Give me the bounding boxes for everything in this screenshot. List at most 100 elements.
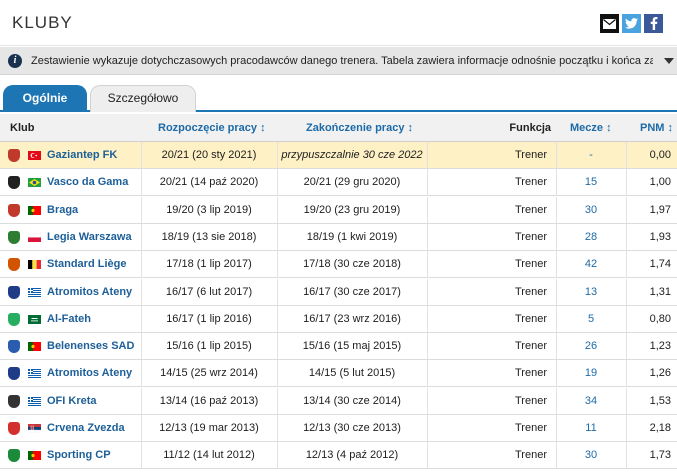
table-row: Standard Liège 17/18 (1 lip 2017) 17/18 (3… <box>0 251 677 279</box>
saudi-flag-icon <box>28 314 41 324</box>
start-date: 13/14 (16 paź 2013) <box>159 394 259 407</box>
end-date: 16/17 (23 wrz 2016) <box>303 312 401 325</box>
club-name-link[interactable]: Braga <box>47 197 78 224</box>
table-row: Vasco da Gama 20/21 (14 paź 2020) 20/21 (2… <box>0 169 677 197</box>
games-count-link[interactable]: 26 <box>556 333 626 360</box>
header-games-sortable[interactable]: Mecze ↕ <box>570 114 612 142</box>
games-count-link[interactable]: 28 <box>556 224 626 251</box>
info-text: Zestawienie wykazuje dotychczasowych pra… <box>31 55 653 67</box>
end-date: 13/14 (30 cze 2014) <box>303 394 401 407</box>
end-date: 18/19 (1 kwi 2019) <box>306 230 398 243</box>
points-per-match: 1,53 <box>649 394 671 407</box>
club-name-link[interactable]: Atromitos Ateny <box>47 279 132 306</box>
club-name-link[interactable]: Sporting CP <box>47 442 111 469</box>
end-date: przypuszczalnie 30 cze 2022 <box>281 149 423 161</box>
games-count-link[interactable]: 42 <box>556 251 626 278</box>
header-club: Klub <box>10 122 35 134</box>
info-bar: i Zestawienie wykazuje dotychczasowych p… <box>0 47 677 75</box>
header-games-label: Mecze <box>570 122 604 134</box>
function: Trener <box>515 394 547 407</box>
games-count-link[interactable]: 30 <box>556 442 626 469</box>
tab-ogolnie[interactable]: Ogólnie <box>3 85 87 112</box>
function: Trener <box>515 367 547 380</box>
games-count-link[interactable]: 5 <box>556 306 626 333</box>
club-crest-icon[interactable] <box>8 367 20 381</box>
start-date: 20/21 (20 sty 2021) <box>161 149 257 161</box>
points-per-match: 1,93 <box>649 230 671 243</box>
points-per-match: 1,23 <box>649 340 671 353</box>
start-date: 15/16 (1 lip 2015) <box>166 340 252 353</box>
points-per-match: 0,00 <box>649 149 671 161</box>
share-twitter-button[interactable] <box>622 14 641 33</box>
club-crest-icon[interactable] <box>8 340 20 354</box>
start-date: 16/17 (1 lip 2016) <box>166 312 252 325</box>
table-row: Atromitos Ateny 16/17 (6 lut 2017) 16/17 (… <box>0 278 677 306</box>
club-name-link[interactable]: Crvena Zvezda <box>47 415 125 442</box>
expand-info-chevron-down-icon[interactable] <box>664 58 674 64</box>
function: Trener <box>515 203 547 216</box>
club-crest-icon[interactable] <box>8 394 20 408</box>
start-date: 11/12 (14 lut 2012) <box>163 449 255 462</box>
table-row: Legia Warszawa 18/19 (13 sie 2018) 18/19 (… <box>0 223 677 251</box>
club-name-link[interactable]: Belenenses SAD <box>47 333 134 360</box>
points-per-match: 1,26 <box>649 367 671 380</box>
greece-flag-icon <box>28 369 41 379</box>
club-crest-icon[interactable] <box>8 449 20 463</box>
section-header: KLUBY <box>0 0 677 46</box>
points-per-match: 1,31 <box>649 285 671 298</box>
games-count-link[interactable]: 19 <box>556 360 626 387</box>
table-row: Sporting CP 11/12 (14 lut 2012) 12/13 (4 p… <box>0 442 677 470</box>
club-crest-icon[interactable] <box>8 422 20 435</box>
club-crest-icon[interactable] <box>8 176 20 190</box>
function: Trener <box>515 285 547 298</box>
facebook-icon <box>650 17 657 30</box>
end-date: 14/15 (5 lut 2015) <box>308 367 396 380</box>
tab-szczegolowo[interactable]: Szczegółowo <box>90 85 196 112</box>
header-ppm-sortable[interactable]: PNM ↕ <box>640 114 673 142</box>
points-per-match: 0,80 <box>649 312 671 325</box>
club-name-link[interactable]: Atromitos Ateny <box>47 360 132 387</box>
table-row: Atromitos Ateny 14/15 (25 wrz 2014) 14/15 … <box>0 360 677 388</box>
points-per-match: 1,00 <box>649 176 671 189</box>
club-crest-icon[interactable] <box>8 312 20 326</box>
end-date: 20/21 (29 gru 2020) <box>303 176 401 189</box>
points-per-match: 1,97 <box>649 203 671 216</box>
header-start-sortable[interactable]: Rozpoczęcie pracy ↕ <box>158 114 266 142</box>
table-header-row: Klub Rozpoczęcie pracy ↕ Zakończenie pra… <box>0 114 677 142</box>
club-name-link[interactable]: Gaziantep FK <box>47 142 117 169</box>
club-name-link[interactable]: Al-Fateh <box>47 306 91 333</box>
games-count-link[interactable]: 34 <box>556 388 626 415</box>
club-name-link[interactable]: Vasco da Gama <box>47 169 128 196</box>
share-email-button[interactable] <box>600 14 619 33</box>
games-count-link[interactable]: 15 <box>556 169 626 196</box>
table-row: Al-Fateh 16/17 (1 lip 2016) 16/17 (23 wrz … <box>0 305 677 333</box>
share-facebook-button[interactable] <box>644 14 663 33</box>
end-date: 12/13 (30 cze 2013) <box>303 422 401 434</box>
function: Trener <box>515 449 547 462</box>
points-per-match: 1,74 <box>649 258 671 271</box>
start-date: 16/17 (6 lut 2017) <box>165 285 253 298</box>
club-crest-icon[interactable] <box>8 285 20 299</box>
games-count-link[interactable]: 30 <box>556 197 626 224</box>
club-crest-icon[interactable] <box>8 230 20 244</box>
club-crest-icon[interactable] <box>8 258 20 272</box>
turkey-flag-icon <box>28 151 41 160</box>
belgium-flag-icon <box>28 260 41 270</box>
sort-arrows-icon: ↕ <box>407 122 414 134</box>
header-ppm-label: PNM <box>640 122 665 134</box>
club-crest-icon[interactable] <box>8 149 20 162</box>
table-row: OFI Kreta 13/14 (16 paź 2013) 13/14 (30 cz… <box>0 387 677 415</box>
end-date: 19/20 (23 gru 2019) <box>303 203 401 216</box>
club-name-link[interactable]: Standard Liège <box>47 251 126 278</box>
club-name-link[interactable]: OFI Kreta <box>47 388 97 415</box>
games-count-link[interactable]: 13 <box>556 279 626 306</box>
games-count-link[interactable]: 11 <box>556 415 626 442</box>
games-count-link[interactable]: - <box>556 142 626 169</box>
header-end-label: Zakończenie pracy <box>306 122 405 134</box>
start-date: 18/19 (13 sie 2018) <box>161 230 257 243</box>
club-name-link[interactable]: Legia Warszawa <box>47 224 132 251</box>
club-crest-icon[interactable] <box>8 203 20 217</box>
header-end-sortable[interactable]: Zakończenie pracy ↕ <box>306 114 413 142</box>
start-date: 17/18 (1 lip 2017) <box>166 258 252 271</box>
greece-flag-icon <box>28 287 41 297</box>
